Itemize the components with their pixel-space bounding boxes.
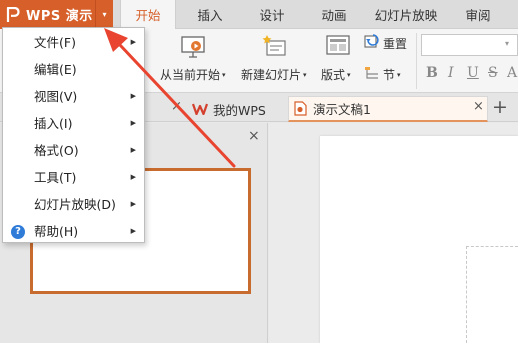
- menu-item-label: 帮助(H): [34, 224, 79, 239]
- new-slide-icon[interactable]: [262, 34, 288, 61]
- tab-animation[interactable]: 动画: [308, 0, 360, 29]
- menu-item-format[interactable]: 格式(O) ▶: [3, 137, 144, 164]
- tab-design[interactable]: 设计: [246, 0, 298, 29]
- font-name-select[interactable]: ▾: [421, 34, 518, 56]
- tab-review[interactable]: 审阅: [452, 0, 504, 29]
- menu-item-label: 视图(V): [34, 89, 78, 104]
- help-icon: ?: [11, 225, 25, 239]
- chevron-down-icon: ▾: [504, 39, 509, 48]
- text-effect-button[interactable]: A: [507, 65, 517, 81]
- tab-my-wps[interactable]: 我的WPS: [186, 96, 284, 122]
- chevron-right-icon: ▶: [130, 38, 136, 46]
- new-slide-label: 新建幻灯片: [241, 68, 302, 82]
- menu-item-insert[interactable]: 插入(I) ▶: [3, 110, 144, 137]
- chevron-down-icon: ▾: [347, 71, 351, 79]
- tab-presentation-1-label: 演示文稿1: [313, 102, 371, 117]
- from-current-button[interactable]: 从当前开始 ▾: [160, 66, 226, 83]
- tab-home[interactable]: 开始: [120, 0, 176, 30]
- menu-item-label: 编辑(E): [34, 62, 77, 77]
- chevron-down-icon: ▾: [222, 71, 226, 79]
- chevron-right-icon: ▶: [130, 173, 136, 181]
- chevron-right-icon: ▶: [130, 227, 136, 235]
- chevron-right-icon: ▶: [130, 146, 136, 154]
- wps-app-menu-button[interactable]: WPS 演示 ▾: [0, 0, 113, 29]
- section-button[interactable]: 节 ▾: [383, 66, 401, 83]
- section-icon[interactable]: [364, 65, 380, 84]
- presentation-file-icon: [294, 101, 307, 116]
- tab-slideshow[interactable]: 幻灯片放映: [369, 0, 443, 29]
- layout-label: 版式: [321, 68, 346, 82]
- title-bar: WPS 演示 ▾ 开始 插入 设计 动画 幻灯片放映 审阅: [0, 0, 518, 30]
- italic-button[interactable]: I: [448, 65, 454, 81]
- wps-w-icon: [192, 103, 208, 115]
- menu-item-label: 工具(T): [34, 170, 77, 185]
- menu-item-file[interactable]: 文件(F) ▶: [3, 29, 144, 56]
- menu-item-label: 幻灯片放映(D): [34, 197, 116, 212]
- underline-button[interactable]: U: [467, 65, 479, 81]
- close-pane-icon[interactable]: ×: [248, 128, 260, 144]
- tab-my-wps-label: 我的WPS: [213, 102, 266, 118]
- layout-button[interactable]: 版式 ▾: [321, 66, 351, 83]
- close-tab-icon[interactable]: ×: [473, 99, 484, 114]
- menu-item-label: 插入(I): [34, 116, 73, 131]
- tab-insert[interactable]: 插入: [184, 0, 236, 29]
- menu-item-slideshow[interactable]: 幻灯片放映(D) ▶: [3, 191, 144, 218]
- menu-item-edit[interactable]: 编辑(E): [3, 56, 144, 83]
- menu-item-label: 文件(F): [34, 35, 76, 50]
- placeholder-outline: [466, 246, 518, 343]
- chevron-down-icon: ▾: [397, 71, 401, 79]
- close-icon[interactable]: ×: [171, 99, 182, 114]
- chevron-right-icon: ▶: [130, 119, 136, 127]
- menu-item-help[interactable]: ? 帮助(H) ▶: [3, 218, 144, 245]
- ribbon-divider: [416, 33, 417, 89]
- menu-item-tools[interactable]: 工具(T) ▶: [3, 164, 144, 191]
- app-menu-caret-icon[interactable]: ▾: [95, 0, 113, 29]
- chevron-right-icon: ▶: [130, 200, 136, 208]
- new-tab-button[interactable]: +: [492, 96, 508, 118]
- wps-logo-icon: [0, 0, 26, 29]
- from-current-label: 从当前开始: [160, 68, 221, 82]
- strikethrough-button[interactable]: S: [488, 65, 498, 81]
- tab-presentation-1[interactable]: 演示文稿1: [288, 96, 488, 122]
- app-name: WPS 演示: [26, 9, 93, 24]
- play-from-current-icon[interactable]: [181, 36, 207, 61]
- menu-item-view[interactable]: 视图(V) ▶: [3, 83, 144, 110]
- app-dropdown-menu: 文件(F) ▶ 编辑(E) 视图(V) ▶ 插入(I) ▶ 格式(O) ▶ 工具(T) ▶…: [2, 27, 145, 243]
- menu-item-label: 格式(O): [34, 143, 79, 158]
- chevron-down-icon: ▾: [303, 71, 307, 79]
- reset-button[interactable]: 重置: [383, 35, 407, 52]
- chevron-right-icon: ▶: [130, 92, 136, 100]
- reset-icon[interactable]: [364, 34, 380, 53]
- layout-icon[interactable]: [326, 35, 350, 60]
- section-label: 节: [383, 68, 396, 82]
- bold-button[interactable]: B: [426, 65, 438, 81]
- new-slide-button[interactable]: 新建幻灯片 ▾: [241, 66, 307, 83]
